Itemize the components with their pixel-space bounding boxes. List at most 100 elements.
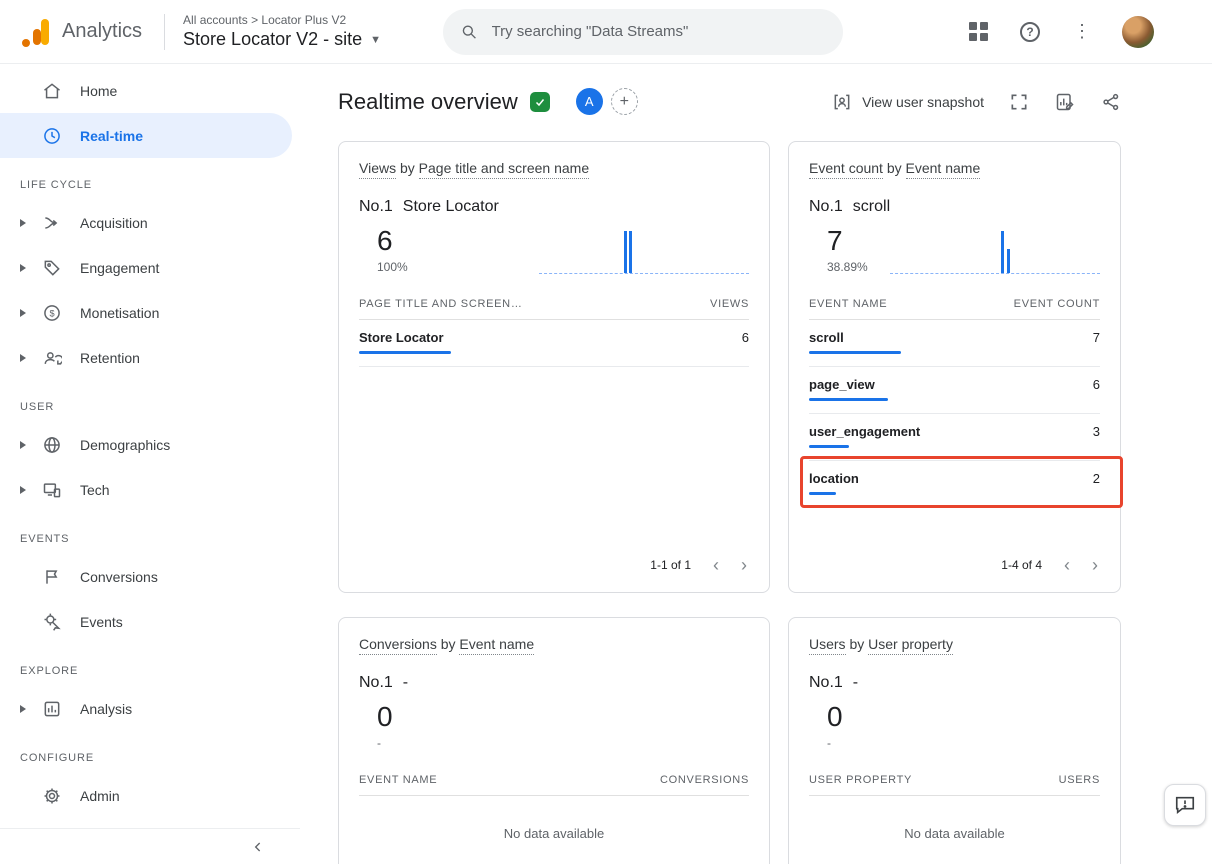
sidebar-item-home[interactable]: Home bbox=[0, 68, 292, 113]
top-item: No.1- bbox=[809, 674, 1100, 692]
expand-arrow-icon[interactable] bbox=[20, 354, 26, 362]
pagination-next[interactable]: › bbox=[1092, 556, 1098, 574]
analysis-chart-icon bbox=[42, 699, 62, 719]
sidebar-item-monetisation[interactable]: $ Monetisation bbox=[0, 290, 292, 335]
sidebar-collapse-button[interactable] bbox=[0, 828, 300, 864]
property-selector[interactable]: Store Locator V2 - site ▼ bbox=[183, 29, 381, 50]
metric-value: 0 bbox=[827, 702, 843, 733]
metric-percent: 38.89% bbox=[827, 260, 868, 274]
help-icon[interactable]: ? bbox=[1018, 20, 1042, 44]
no-data-message: No data available bbox=[809, 826, 1100, 841]
gear-icon bbox=[42, 786, 62, 806]
section-configure: CONFIGURE bbox=[20, 747, 300, 769]
apps-grid-icon[interactable] bbox=[966, 20, 990, 44]
pagination-prev[interactable]: ‹ bbox=[713, 556, 719, 574]
devices-icon bbox=[42, 480, 62, 500]
dimension-link[interactable]: Page title and screen name bbox=[419, 160, 589, 179]
sidebar-item-events[interactable]: Events bbox=[0, 599, 292, 644]
check-icon bbox=[534, 96, 546, 108]
home-icon bbox=[42, 81, 62, 101]
table-row: user_engagement 3 bbox=[809, 414, 1100, 461]
sidebar-item-tech[interactable]: Tech bbox=[0, 467, 292, 512]
chevron-down-icon: ▼ bbox=[370, 34, 381, 46]
sidebar-item-acquisition[interactable]: Acquisition bbox=[0, 200, 292, 245]
metric-link[interactable]: Users bbox=[809, 636, 846, 655]
tap-icon bbox=[42, 612, 62, 632]
breadcrumb[interactable]: All accounts > Locator Plus V2 bbox=[183, 13, 381, 27]
flag-icon bbox=[42, 567, 62, 587]
cards-grid: Views by Page title and screen name No.1… bbox=[338, 141, 1122, 864]
feedback-bubble-icon bbox=[1174, 794, 1196, 816]
analytics-logo-icon[interactable] bbox=[22, 17, 52, 47]
pagination: 1-1 of 1 ‹ › bbox=[650, 556, 747, 574]
svg-text:$: $ bbox=[49, 308, 54, 318]
engagement-icon bbox=[42, 258, 62, 278]
metric-link[interactable]: Event count bbox=[809, 160, 883, 179]
add-comparison-button[interactable]: + bbox=[611, 88, 638, 115]
table-row: scroll 7 bbox=[809, 320, 1100, 367]
top-item: No.1scroll bbox=[809, 198, 1100, 216]
sidebar-item-admin[interactable]: Admin bbox=[0, 773, 292, 818]
pagination-prev[interactable]: ‹ bbox=[1064, 556, 1070, 574]
metric-percent: - bbox=[377, 736, 393, 750]
report-valid-badge[interactable] bbox=[530, 92, 550, 112]
top-item: No.1- bbox=[359, 674, 749, 692]
view-user-snapshot-button[interactable]: View user snapshot bbox=[832, 92, 984, 112]
app-name: Analytics bbox=[62, 20, 142, 43]
sidebar-item-conversions[interactable]: Conversions bbox=[0, 554, 292, 599]
more-menu-icon[interactable]: ⋮ bbox=[1070, 20, 1094, 44]
pagination-next[interactable]: › bbox=[741, 556, 747, 574]
fullscreen-icon[interactable] bbox=[1008, 91, 1030, 113]
share-icon[interactable] bbox=[1100, 91, 1122, 113]
section-events: EVENTS bbox=[20, 528, 300, 550]
comparison-avatar-chip[interactable]: A bbox=[576, 88, 603, 115]
dimension-link[interactable]: Event name bbox=[459, 636, 534, 655]
table-header: PAGE TITLE AND SCREEN…VIEWS bbox=[359, 298, 749, 320]
card-conversions-by-event-name: Conversions by Event name No.1- 0 - EVEN… bbox=[338, 617, 770, 864]
sidebar-item-realtime[interactable]: Real-time bbox=[0, 113, 292, 158]
table-row-highlighted-location: location 2 bbox=[809, 461, 1100, 508]
expand-arrow-icon[interactable] bbox=[20, 441, 26, 449]
no-data-message: No data available bbox=[359, 826, 749, 841]
search-input[interactable] bbox=[492, 23, 826, 40]
sidebar-item-analysis[interactable]: Analysis bbox=[0, 686, 292, 731]
user-avatar[interactable] bbox=[1122, 16, 1154, 48]
sidebar-item-engagement[interactable]: Engagement bbox=[0, 245, 292, 290]
search-icon bbox=[461, 23, 477, 41]
dimension-link[interactable]: Event name bbox=[906, 160, 981, 179]
expand-arrow-icon[interactable] bbox=[20, 705, 26, 713]
account-block: All accounts > Locator Plus V2 Store Loc… bbox=[183, 13, 381, 50]
section-explore: EXPLORE bbox=[20, 660, 300, 682]
card-users-by-user-property: Users by User property No.1- 0 - USER PR… bbox=[788, 617, 1121, 864]
property-name: Store Locator V2 - site bbox=[183, 29, 362, 50]
expand-arrow-icon[interactable] bbox=[20, 219, 26, 227]
metric-link[interactable]: Views bbox=[359, 160, 396, 179]
metric-value: 6 bbox=[377, 226, 408, 257]
metric-percent: - bbox=[827, 736, 843, 750]
table-header: EVENT NAMEEVENT COUNT bbox=[809, 298, 1100, 320]
clock-icon bbox=[42, 126, 62, 146]
sidebar-item-retention[interactable]: Retention bbox=[0, 335, 292, 380]
expand-arrow-icon[interactable] bbox=[20, 486, 26, 494]
top-app-bar: Analytics All accounts > Locator Plus V2… bbox=[0, 0, 1212, 64]
acquisition-icon bbox=[42, 213, 62, 233]
feedback-button[interactable] bbox=[1164, 784, 1206, 826]
sparkline-chart bbox=[890, 228, 1100, 274]
search-bar[interactable] bbox=[443, 9, 843, 55]
chevron-left-icon bbox=[250, 839, 266, 855]
sidebar: Home Real-time LIFE CYCLE Acquisition En… bbox=[0, 64, 300, 864]
card-views-by-page-title: Views by Page title and screen name No.1… bbox=[338, 141, 770, 593]
table-row: Store Locator 6 bbox=[359, 320, 749, 367]
globe-icon bbox=[42, 435, 62, 455]
pagination: 1-4 of 4 ‹ › bbox=[1001, 556, 1098, 574]
dimension-link[interactable]: User property bbox=[868, 636, 953, 655]
expand-arrow-icon[interactable] bbox=[20, 309, 26, 317]
customize-report-icon[interactable] bbox=[1054, 91, 1076, 113]
sidebar-item-demographics[interactable]: Demographics bbox=[0, 422, 292, 467]
user-snapshot-icon bbox=[832, 92, 852, 112]
main-content: Realtime overview A + View user snapshot bbox=[300, 64, 1212, 864]
retention-icon bbox=[42, 348, 62, 368]
table-row: page_view 6 bbox=[809, 367, 1100, 414]
expand-arrow-icon[interactable] bbox=[20, 264, 26, 272]
metric-link[interactable]: Conversions bbox=[359, 636, 437, 655]
